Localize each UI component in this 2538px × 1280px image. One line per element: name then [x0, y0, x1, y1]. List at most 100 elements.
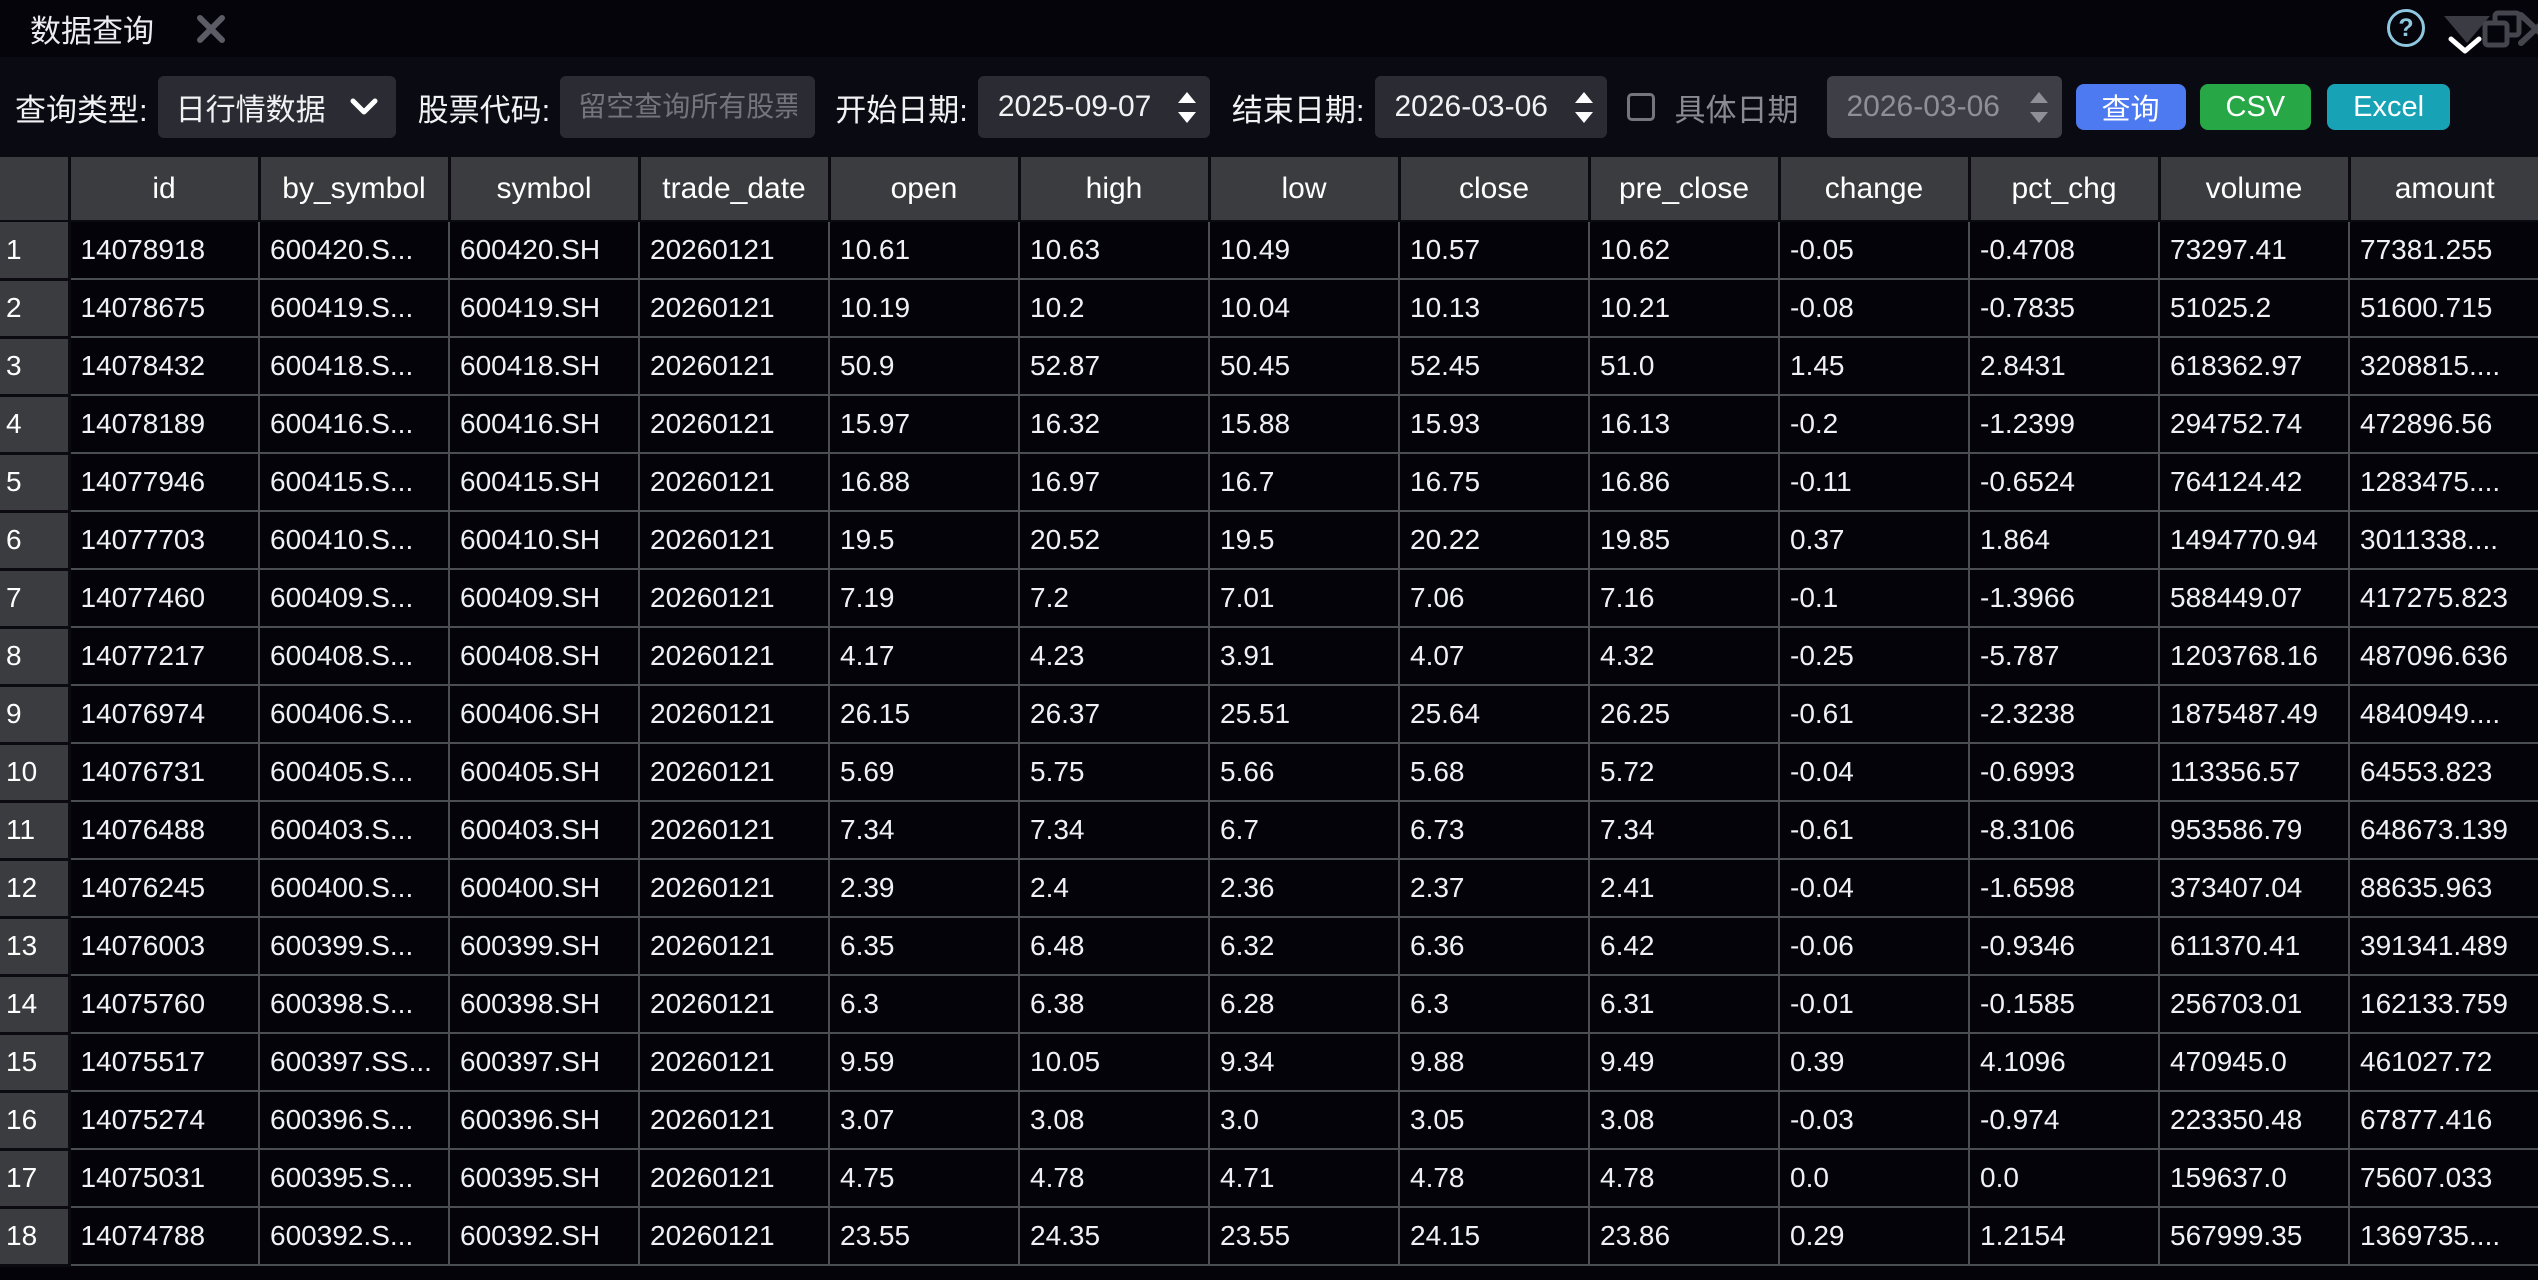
table-cell[interactable]: 600416.S... [259, 395, 449, 453]
table-cell[interactable]: 20260121 [639, 453, 829, 511]
table-cell[interactable]: 417275.823 [2349, 569, 2538, 627]
table-cell[interactable]: -0.05 [1779, 221, 1969, 279]
table-cell[interactable]: -0.61 [1779, 801, 1969, 859]
table-cell[interactable]: 19.5 [1209, 511, 1399, 569]
column-header-pre_close[interactable]: pre_close [1589, 157, 1779, 221]
table-cell[interactable]: 67877.416 [2349, 1091, 2538, 1149]
table-cell[interactable]: 600409.S... [259, 569, 449, 627]
table-cell[interactable]: 600405.SH [449, 743, 639, 801]
table-cell[interactable]: 19.85 [1589, 511, 1779, 569]
column-header-open[interactable]: open [829, 157, 1019, 221]
table-cell[interactable]: 618362.97 [2159, 337, 2349, 395]
table-cell[interactable]: 9.49 [1589, 1033, 1779, 1091]
table-cell[interactable]: 600398.SH [449, 975, 639, 1033]
table-cell[interactable]: -2.3238 [1969, 685, 2159, 743]
table-cell[interactable]: 16.88 [829, 453, 1019, 511]
table-cell[interactable]: 20.22 [1399, 511, 1589, 569]
table-cell[interactable]: -0.04 [1779, 743, 1969, 801]
table-cell[interactable]: 0.39 [1779, 1033, 1969, 1091]
row-number[interactable]: 17 [0, 1149, 69, 1207]
table-cell[interactable]: 0.29 [1779, 1207, 1969, 1265]
row-number[interactable]: 3 [0, 337, 69, 395]
table-cell[interactable]: 0.0 [1779, 1149, 1969, 1207]
table-cell[interactable]: 600397.SH [449, 1033, 639, 1091]
table-cell[interactable]: 600416.SH [449, 395, 639, 453]
table-cell[interactable]: 20.52 [1019, 511, 1209, 569]
table-cell[interactable]: 3.08 [1589, 1091, 1779, 1149]
table-cell[interactable]: 20260121 [639, 743, 829, 801]
table-cell[interactable]: 3.0 [1209, 1091, 1399, 1149]
csv-export-button[interactable]: CSV [2200, 84, 2312, 130]
table-cell[interactable]: 6.48 [1019, 917, 1209, 975]
table-cell[interactable]: 14078189 [69, 395, 259, 453]
table-cell[interactable]: 600392.S... [259, 1207, 449, 1265]
column-header-pct_chg[interactable]: pct_chg [1969, 157, 2159, 221]
table-cell[interactable]: 14075274 [69, 1091, 259, 1149]
table-cell[interactable]: 1494770.94 [2159, 511, 2349, 569]
row-number[interactable]: 12 [0, 859, 69, 917]
table-cell[interactable]: 600406.SH [449, 685, 639, 743]
table-cell[interactable]: 6.28 [1209, 975, 1399, 1033]
table-cell[interactable]: 256703.01 [2159, 975, 2349, 1033]
table-cell[interactable]: 3.05 [1399, 1091, 1589, 1149]
table-cell[interactable]: 600397.SS... [259, 1033, 449, 1091]
table-cell[interactable]: -1.2399 [1969, 395, 2159, 453]
table-cell[interactable]: 51.0 [1589, 337, 1779, 395]
table-cell[interactable]: 14078675 [69, 279, 259, 337]
table-cell[interactable]: 10.61 [829, 221, 1019, 279]
row-number[interactable]: 10 [0, 743, 69, 801]
table-cell[interactable]: 23.86 [1589, 1207, 1779, 1265]
table-cell[interactable]: -0.1585 [1969, 975, 2159, 1033]
table-cell[interactable]: 600399.S... [259, 917, 449, 975]
table-cell[interactable]: 600403.S... [259, 801, 449, 859]
table-cell[interactable]: -0.4708 [1969, 221, 2159, 279]
table-cell[interactable]: 10.19 [829, 279, 1019, 337]
table-cell[interactable]: 6.3 [1399, 975, 1589, 1033]
table-cell[interactable]: -0.04 [1779, 859, 1969, 917]
table-cell[interactable]: 6.31 [1589, 975, 1779, 1033]
table-cell[interactable]: -0.2 [1779, 395, 1969, 453]
table-cell[interactable]: 16.75 [1399, 453, 1589, 511]
table-cell[interactable]: 14074788 [69, 1207, 259, 1265]
table-cell[interactable]: 3.91 [1209, 627, 1399, 685]
table-cell[interactable]: 16.97 [1019, 453, 1209, 511]
table-cell[interactable]: 26.37 [1019, 685, 1209, 743]
table-cell[interactable]: 600418.SH [449, 337, 639, 395]
table-cell[interactable]: 470945.0 [2159, 1033, 2349, 1091]
window-close-icon[interactable] [2516, 12, 2538, 46]
table-cell[interactable]: 3.07 [829, 1091, 1019, 1149]
table-cell[interactable]: 391341.489 [2349, 917, 2538, 975]
table-cell[interactable]: 4.71 [1209, 1149, 1399, 1207]
table-cell[interactable]: 600415.SH [449, 453, 639, 511]
table-cell[interactable]: 461027.72 [2349, 1033, 2538, 1091]
table-cell[interactable]: 600395.SH [449, 1149, 639, 1207]
table-cell[interactable]: -0.25 [1779, 627, 1969, 685]
table-cell[interactable]: 600408.SH [449, 627, 639, 685]
table-cell[interactable]: 14076731 [69, 743, 259, 801]
table-cell[interactable]: 600419.SH [449, 279, 639, 337]
table-cell[interactable]: 472896.56 [2349, 395, 2538, 453]
table-cell[interactable]: 600408.S... [259, 627, 449, 685]
column-header-low[interactable]: low [1209, 157, 1399, 221]
column-header-symbol[interactable]: symbol [449, 157, 639, 221]
table-cell[interactable]: 611370.41 [2159, 917, 2349, 975]
table-cell[interactable]: 373407.04 [2159, 859, 2349, 917]
table-cell[interactable]: 7.06 [1399, 569, 1589, 627]
table-cell[interactable]: 10.57 [1399, 221, 1589, 279]
column-header-amount[interactable]: amount [2349, 157, 2538, 221]
table-cell[interactable]: 23.55 [829, 1207, 1019, 1265]
table-cell[interactable]: 19.5 [829, 511, 1019, 569]
table-cell[interactable]: 4.23 [1019, 627, 1209, 685]
table-cell[interactable]: 10.21 [1589, 279, 1779, 337]
table-cell[interactable]: 3.08 [1019, 1091, 1209, 1149]
table-cell[interactable]: 1283475.... [2349, 453, 2538, 511]
table-cell[interactable]: 600415.S... [259, 453, 449, 511]
table-cell[interactable]: 7.34 [829, 801, 1019, 859]
table-cell[interactable]: -0.6524 [1969, 453, 2159, 511]
table-cell[interactable]: 26.25 [1589, 685, 1779, 743]
table-cell[interactable]: 600392.SH [449, 1207, 639, 1265]
table-cell[interactable]: -0.08 [1779, 279, 1969, 337]
table-cell[interactable]: 6.42 [1589, 917, 1779, 975]
table-cell[interactable]: 16.32 [1019, 395, 1209, 453]
table-cell[interactable]: -0.7835 [1969, 279, 2159, 337]
